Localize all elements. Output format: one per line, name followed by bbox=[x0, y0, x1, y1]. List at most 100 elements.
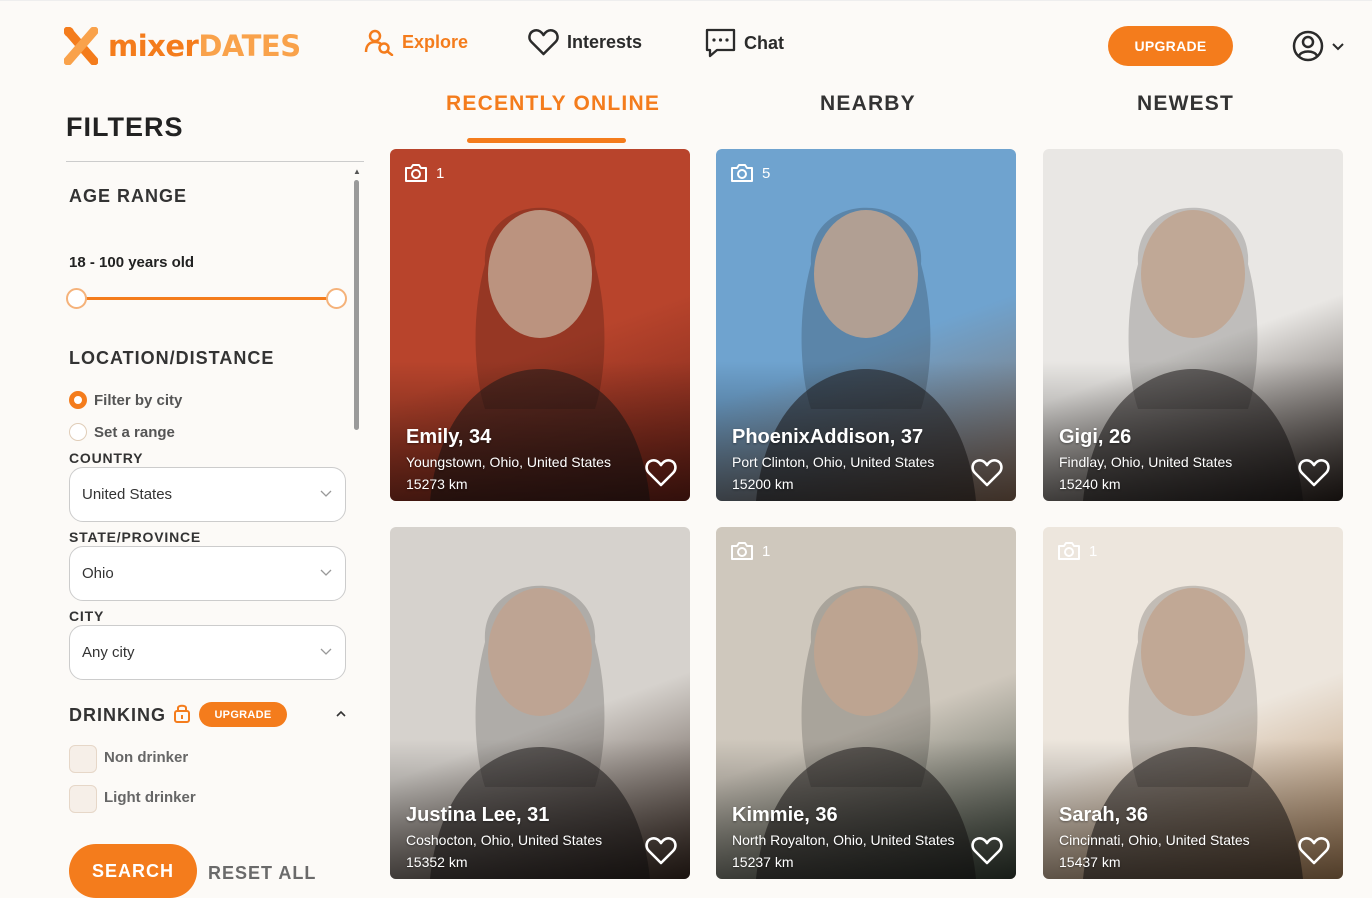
like-heart-icon[interactable] bbox=[971, 458, 1003, 492]
chevron-down-icon bbox=[320, 490, 332, 497]
age-range-value: 18 - 100 years old bbox=[69, 254, 195, 271]
profile-name: Gigi, 26 bbox=[1059, 426, 1132, 448]
heart-icon bbox=[528, 29, 559, 56]
upgrade-button[interactable]: UPGRADE bbox=[1108, 26, 1233, 66]
profile-distance: 15273 km bbox=[406, 476, 468, 492]
city-select[interactable]: Any city bbox=[69, 625, 346, 680]
nav-explore[interactable]: Explore bbox=[364, 28, 468, 56]
state-label: STATE/PROVINCE bbox=[69, 529, 202, 545]
chevron-up-icon[interactable] bbox=[335, 709, 347, 718]
age-slider-track[interactable] bbox=[77, 297, 336, 300]
brand-name: mixerDATES bbox=[108, 29, 301, 63]
reset-all-button[interactable]: RESET ALL bbox=[208, 863, 316, 884]
nav-interests-label: Interests bbox=[567, 31, 643, 52]
like-heart-icon[interactable] bbox=[971, 836, 1003, 870]
radio-set-range[interactable] bbox=[69, 423, 87, 441]
radio-filter-by-city[interactable] bbox=[69, 391, 87, 409]
tab-recently-online[interactable]: RECENTLY ONLINE bbox=[446, 92, 660, 116]
profile-name: Sarah, 36 bbox=[1059, 804, 1148, 826]
chat-icon bbox=[705, 28, 736, 58]
nav-chat-label: Chat bbox=[744, 32, 784, 53]
profile-name: PhoenixAddison, 37 bbox=[732, 426, 924, 448]
checkbox-non-drinker[interactable] bbox=[69, 745, 97, 773]
profile-card[interactable]: 1 Kimmie, 36 North Royalton, Ohio, United … bbox=[716, 527, 1016, 879]
photo-count: 5 bbox=[730, 163, 770, 183]
profile-distance: 15200 km bbox=[732, 476, 794, 492]
top-header: mixerDATES Explore Interests Chat UPGRAD… bbox=[0, 0, 1372, 86]
chevron-down-icon bbox=[1332, 43, 1344, 51]
camera-icon bbox=[731, 542, 753, 560]
profile-location: Coshocton, Ohio, United States bbox=[406, 832, 603, 848]
filters-title: FILTERS bbox=[66, 112, 184, 142]
country-label: COUNTRY bbox=[69, 450, 144, 466]
camera-icon bbox=[405, 164, 427, 182]
tab-newest[interactable]: NEWEST bbox=[1137, 92, 1234, 116]
drinking-title: DRINKING bbox=[69, 705, 166, 725]
profile-distance: 15240 km bbox=[1059, 476, 1121, 492]
nav-explore-label: Explore bbox=[402, 31, 469, 52]
active-tab-indicator bbox=[467, 138, 626, 143]
country-value: United States bbox=[82, 486, 173, 503]
state-select[interactable]: Ohio bbox=[69, 546, 346, 601]
camera-icon bbox=[731, 164, 753, 182]
profile-location: Cincinnati, Ohio, United States bbox=[1059, 832, 1250, 848]
profile-distance: 15352 km bbox=[406, 854, 468, 870]
chevron-down-icon bbox=[320, 648, 332, 655]
profile-card[interactable]: Gigi, 26 Findlay, Ohio, United States 1524… bbox=[1043, 149, 1343, 501]
state-value: Ohio bbox=[82, 565, 114, 582]
drinking-upgrade-badge[interactable]: UPGRADE bbox=[199, 702, 287, 727]
explore-icon bbox=[364, 29, 394, 56]
divider bbox=[66, 161, 364, 162]
city-value: Any city bbox=[82, 644, 135, 661]
checkbox-light-drinker-label[interactable]: Light drinker bbox=[104, 789, 196, 806]
profile-name: Kimmie, 36 bbox=[732, 804, 838, 826]
photo-count: 1 bbox=[404, 163, 444, 183]
like-heart-icon[interactable] bbox=[645, 836, 677, 870]
country-select[interactable]: United States bbox=[69, 467, 346, 522]
camera-icon bbox=[1058, 542, 1080, 560]
logo-x-icon bbox=[64, 27, 98, 65]
search-button[interactable]: SEARCH bbox=[69, 844, 197, 898]
profile-location: Port Clinton, Ohio, United States bbox=[732, 454, 935, 470]
radio-filter-by-city-label[interactable]: Filter by city bbox=[94, 392, 182, 409]
profile-card[interactable]: 1 Emily, 34 Youngstown, Ohio, United State… bbox=[390, 149, 690, 501]
age-slider-min-handle[interactable] bbox=[66, 288, 87, 309]
scroll-thumb[interactable] bbox=[354, 180, 359, 430]
profile-distance: 15237 km bbox=[732, 854, 794, 870]
profile-location: North Royalton, Ohio, United States bbox=[732, 832, 955, 848]
lock-icon bbox=[174, 704, 190, 723]
city-label: CITY bbox=[69, 608, 105, 624]
photo-count-value: 1 bbox=[1089, 542, 1098, 560]
profile-location: Youngstown, Ohio, United States bbox=[406, 454, 611, 470]
account-menu[interactable] bbox=[1292, 30, 1346, 62]
photo-count-value: 5 bbox=[762, 164, 771, 182]
profile-card[interactable]: Justina Lee, 31 Coshocton, Ohio, United S… bbox=[390, 527, 690, 879]
profile-name: Emily, 34 bbox=[406, 426, 492, 448]
brand-logo[interactable]: mixerDATES bbox=[64, 27, 301, 65]
age-slider-max-handle[interactable] bbox=[326, 288, 347, 309]
age-range-title: AGE RANGE bbox=[69, 186, 188, 206]
user-avatar-icon bbox=[1292, 30, 1324, 62]
location-title: LOCATION/DISTANCE bbox=[69, 348, 275, 368]
checkbox-non-drinker-label[interactable]: Non drinker bbox=[104, 749, 188, 766]
sidebar-scrollbar[interactable]: ▲ bbox=[353, 168, 361, 868]
photo-count-value: 1 bbox=[762, 542, 771, 560]
profile-card[interactable]: 5 PhoenixAddison, 37 Port Clinton, Ohio, U… bbox=[716, 149, 1016, 501]
checkbox-light-drinker[interactable] bbox=[69, 785, 97, 813]
nav-chat[interactable]: Chat bbox=[705, 28, 784, 58]
scroll-up-icon[interactable]: ▲ bbox=[353, 168, 361, 176]
photo-count: 1 bbox=[1057, 541, 1097, 561]
like-heart-icon[interactable] bbox=[1298, 836, 1330, 870]
profile-distance: 15437 km bbox=[1059, 854, 1121, 870]
nav-interests[interactable]: Interests bbox=[528, 28, 642, 56]
photo-count: 1 bbox=[730, 541, 770, 561]
profile-card[interactable]: 1 Sarah, 36 Cincinnati, Ohio, United State… bbox=[1043, 527, 1343, 879]
radio-set-range-label[interactable]: Set a range bbox=[94, 424, 175, 441]
like-heart-icon[interactable] bbox=[645, 458, 677, 492]
photo-count-value: 1 bbox=[436, 164, 445, 182]
tab-nearby[interactable]: NEARBY bbox=[820, 92, 916, 116]
chevron-down-icon bbox=[320, 569, 332, 576]
like-heart-icon[interactable] bbox=[1298, 458, 1330, 492]
profile-location: Findlay, Ohio, United States bbox=[1059, 454, 1233, 470]
profile-name: Justina Lee, 31 bbox=[406, 804, 550, 826]
